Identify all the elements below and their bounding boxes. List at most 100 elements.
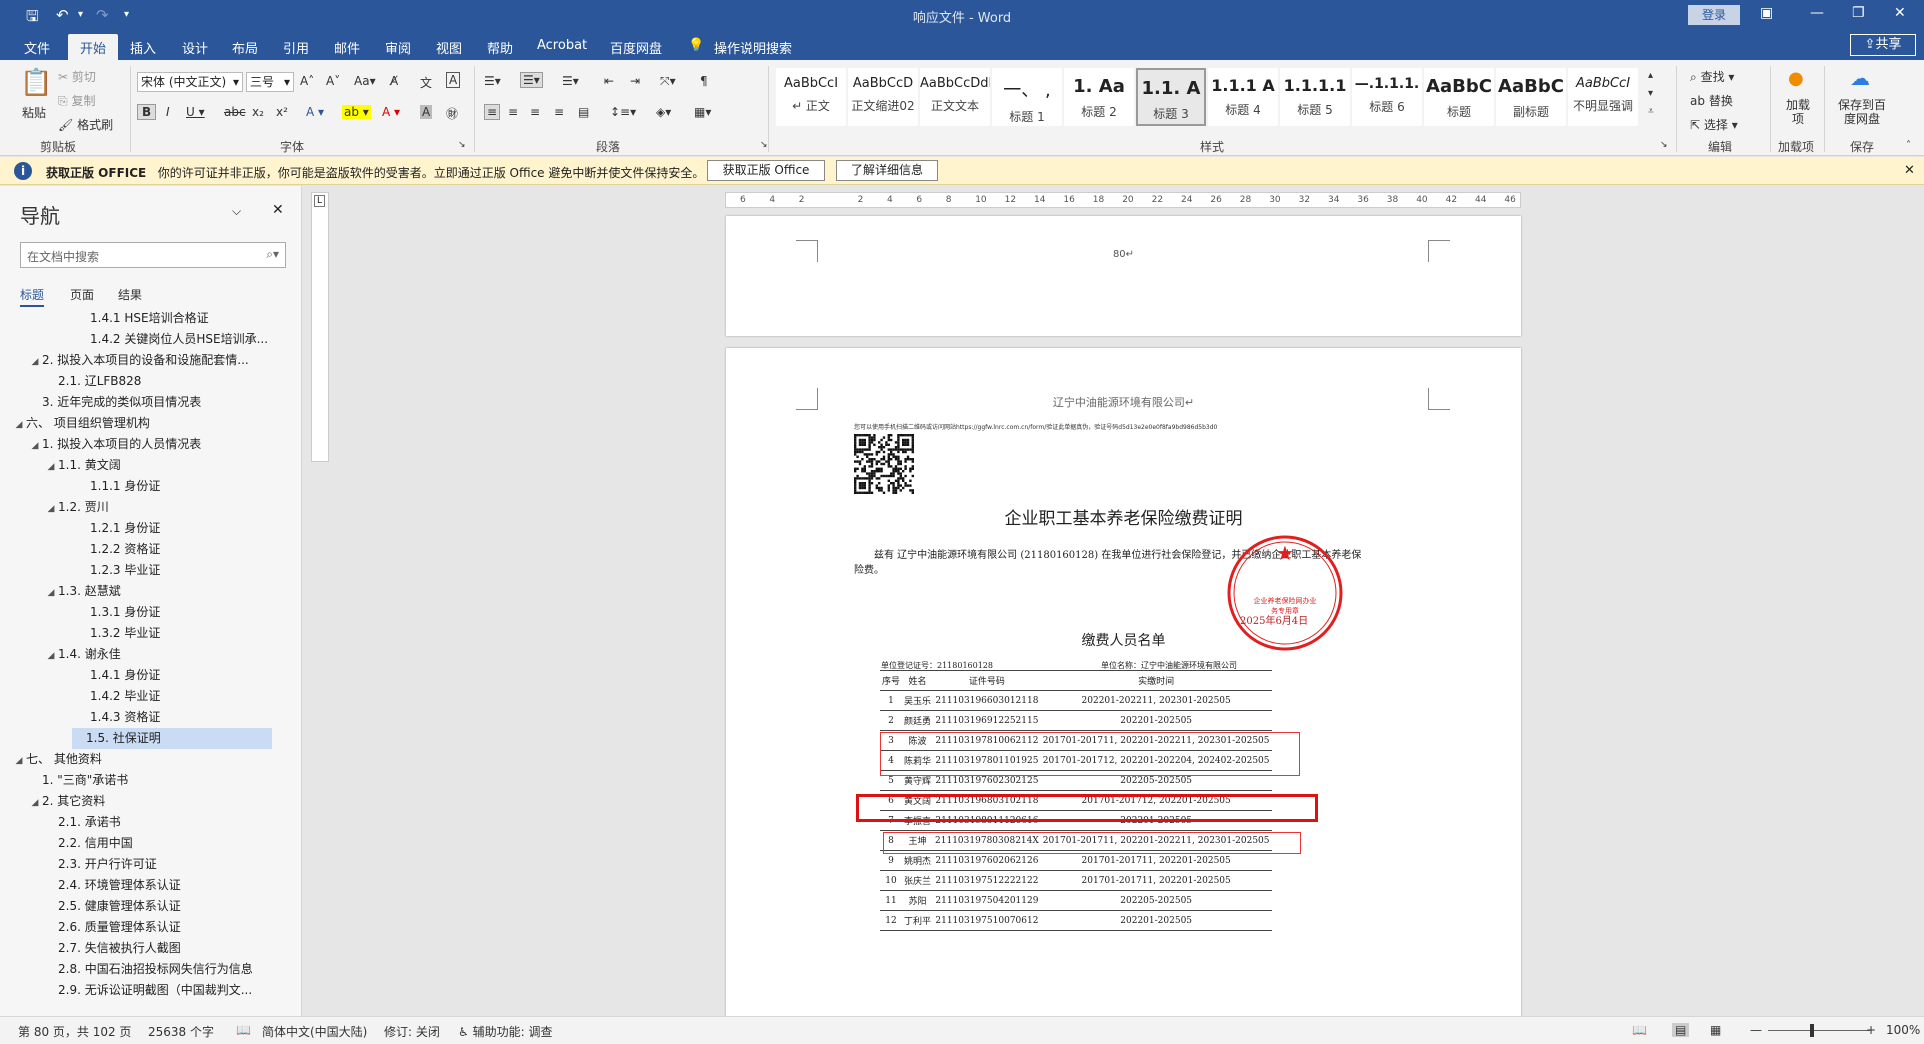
tab-home[interactable]: 开始	[68, 34, 119, 60]
learn-more-button[interactable]: 了解详细信息	[836, 160, 938, 181]
nav-search-input[interactable]: 在文档中搜索 ⌕▾	[20, 242, 286, 268]
nav-heading-item[interactable]: 2.6. 质量管理体系认证	[0, 917, 300, 938]
nav-heading-item[interactable]: ◢ 1.3. 赵慧斌	[0, 581, 300, 602]
change-case-icon[interactable]: Aa▾	[354, 74, 376, 88]
shrink-font-icon[interactable]: A˅	[326, 74, 340, 88]
cut-button[interactable]: ✂ 剪切	[58, 68, 96, 85]
styles-more-icon[interactable]: ⩡	[1648, 106, 1654, 117]
style-item[interactable]: 1.1.1.1 标题 5	[1280, 68, 1350, 126]
nav-tab-results[interactable]: 结果	[118, 286, 142, 303]
style-item[interactable]: AaBbCcDdI 正文文本	[920, 68, 990, 126]
nav-heading-item[interactable]: 1.4.1 HSE培训合格证	[0, 308, 300, 329]
decrease-indent-icon[interactable]: ⇤	[604, 74, 614, 88]
nav-close-icon[interactable]: ✕	[272, 202, 284, 218]
tab-layout[interactable]: 布局	[232, 38, 258, 57]
tab-references[interactable]: 引用	[283, 38, 309, 57]
tab-acrobat[interactable]: Acrobat	[537, 38, 587, 53]
nav-heading-item[interactable]: 2.7. 失信被执行人截图	[0, 938, 300, 959]
ribbon-display-options-icon[interactable]: ▣	[1760, 5, 1773, 21]
paste-icon[interactable]: 📋	[20, 68, 52, 98]
multilevel-list-icon[interactable]: ☰▾	[562, 74, 579, 88]
format-painter-button[interactable]: 🖌 格式刷	[58, 116, 113, 133]
tab-insert[interactable]: 插入	[130, 38, 156, 57]
save-to-baidu-button[interactable]: 保存到百度网盘	[1836, 98, 1888, 126]
style-item[interactable]: 1.1.1 A 标题 4	[1208, 68, 1278, 126]
tab-view[interactable]: 视图	[436, 38, 462, 57]
zoom-level[interactable]: 100%	[1886, 1023, 1920, 1037]
addin-button[interactable]: 加载项	[1786, 98, 1810, 126]
style-item[interactable]: AaBbC 标题	[1424, 68, 1494, 126]
nav-heading-item[interactable]: ◢ 1.2. 贾川	[0, 497, 300, 518]
replace-button[interactable]: ab 替换	[1690, 92, 1733, 109]
nav-heading-item[interactable]: ◢ 1. 拟投入本项目的人员情况表	[0, 434, 300, 455]
read-mode-icon[interactable]: 📖	[1632, 1023, 1647, 1037]
style-item[interactable]: 1.1. A 标题 3	[1136, 68, 1206, 126]
styles-dialog-launcher-icon[interactable]: ↘	[1660, 140, 1668, 150]
tab-review[interactable]: 审阅	[385, 38, 411, 57]
style-item[interactable]: 一、 , 标题 1	[992, 68, 1062, 126]
shading-icon[interactable]: ◈▾	[656, 105, 671, 119]
font-color-icon[interactable]: A ▾	[382, 105, 400, 119]
word-count[interactable]: 25638 个字	[148, 1023, 214, 1040]
tab-baidu-netdisk[interactable]: 百度网盘	[610, 38, 662, 57]
font-size-select[interactable]: 三号 ▾	[246, 72, 294, 92]
nav-heading-item[interactable]: 1. "三商"承诺书	[0, 770, 300, 791]
nav-tab-pages[interactable]: 页面	[70, 286, 94, 303]
underline-icon[interactable]: U ▾	[186, 105, 205, 119]
collapse-ribbon-icon[interactable]: ˄	[1906, 140, 1911, 151]
nav-heading-item[interactable]: 2.1. 辽LFB828	[0, 371, 300, 392]
language-indicator[interactable]: 简体中文(中国大陆)	[262, 1023, 367, 1040]
expand-collapse-icon[interactable]: ◢	[44, 457, 58, 478]
nav-heading-item[interactable]: 1.3.1 身份证	[0, 602, 300, 623]
nav-heading-item[interactable]: 1.2.2 资格证	[0, 539, 300, 560]
font-name-select[interactable]: 宋体 (中文正文) ▾	[137, 72, 243, 92]
nav-heading-item[interactable]: 1.1.1 身份证	[0, 476, 300, 497]
track-changes-status[interactable]: 修订: 关闭	[384, 1023, 440, 1040]
highlight-icon[interactable]: ab ▾	[342, 105, 371, 119]
nav-heading-item[interactable]: ◢ 2. 拟投入本项目的设备和设施配套情...	[0, 350, 300, 371]
subscript-icon[interactable]: x₂	[252, 105, 264, 119]
clear-formatting-icon[interactable]: A̸	[390, 74, 398, 88]
select-button[interactable]: ⇱ 选择 ▾	[1690, 116, 1738, 133]
nav-heading-item[interactable]: 1.4.2 毕业证	[0, 686, 300, 707]
style-item[interactable]: AaBbCcD 正文缩进02	[848, 68, 918, 126]
nav-heading-item[interactable]: 2.3. 开户行许可证	[0, 854, 300, 875]
close-infobar-icon[interactable]: ✕	[1904, 163, 1915, 178]
font-dialog-launcher-icon[interactable]: ↘	[458, 140, 466, 150]
tab-mailings[interactable]: 邮件	[334, 38, 360, 57]
nav-heading-item[interactable]: 1.5. 社保证明	[72, 728, 272, 749]
enclosed-character-icon[interactable]: ㊖	[446, 105, 458, 122]
paragraph-dialog-launcher-icon[interactable]: ↘	[760, 140, 768, 150]
nav-heading-item[interactable]: 2.5. 健康管理体系认证	[0, 896, 300, 917]
increase-indent-icon[interactable]: ⇥	[630, 74, 640, 88]
character-border-icon[interactable]: A	[446, 72, 461, 88]
style-item[interactable]: AaBbCcI ↵ 正文	[776, 68, 846, 126]
style-item[interactable]: AaBbC 副标题	[1496, 68, 1566, 126]
paste-button[interactable]: 粘贴	[22, 104, 46, 121]
zoom-out-icon[interactable]: —	[1750, 1023, 1762, 1037]
nav-tab-headings[interactable]: 标题	[20, 286, 45, 307]
nav-heading-item[interactable]: ◢ 七、 其他资料	[0, 749, 300, 770]
expand-collapse-icon[interactable]: ◢	[12, 415, 26, 436]
nav-heading-item[interactable]: 2.1. 承诺书	[0, 812, 300, 833]
find-button[interactable]: ⌕ 查找 ▾	[1690, 68, 1734, 85]
zoom-slider-thumb[interactable]	[1810, 1024, 1814, 1037]
expand-collapse-icon[interactable]: ◢	[28, 793, 42, 814]
styles-scroll-down-icon[interactable]: ▾	[1648, 88, 1653, 99]
minimize-icon[interactable]: —	[1810, 5, 1824, 21]
italic-icon[interactable]: I	[166, 105, 170, 119]
tab-file[interactable]: 文件	[24, 38, 50, 57]
tab-selector-icon[interactable]: L	[314, 195, 326, 207]
phonetic-guide-icon[interactable]: 文	[420, 74, 432, 91]
nav-heading-item[interactable]: 2.4. 环境管理体系认证	[0, 875, 300, 896]
tell-me-search[interactable]: 操作说明搜索	[714, 38, 792, 57]
web-layout-icon[interactable]: ▦	[1710, 1023, 1721, 1037]
grow-font-icon[interactable]: A˄	[300, 74, 314, 88]
nav-heading-item[interactable]: 1.4.3 资格证	[0, 707, 300, 728]
search-icon[interactable]: ⌕▾	[266, 247, 279, 262]
nav-heading-item[interactable]: 2.8. 中国石油招投标网失信行为信息	[0, 959, 300, 980]
distributed-icon[interactable]: ▤	[578, 105, 589, 119]
superscript-icon[interactable]: x²	[276, 105, 288, 119]
style-item[interactable]: 1. Aa 标题 2	[1064, 68, 1134, 126]
chinese-layout-icon[interactable]: ⤧▾	[660, 74, 676, 89]
